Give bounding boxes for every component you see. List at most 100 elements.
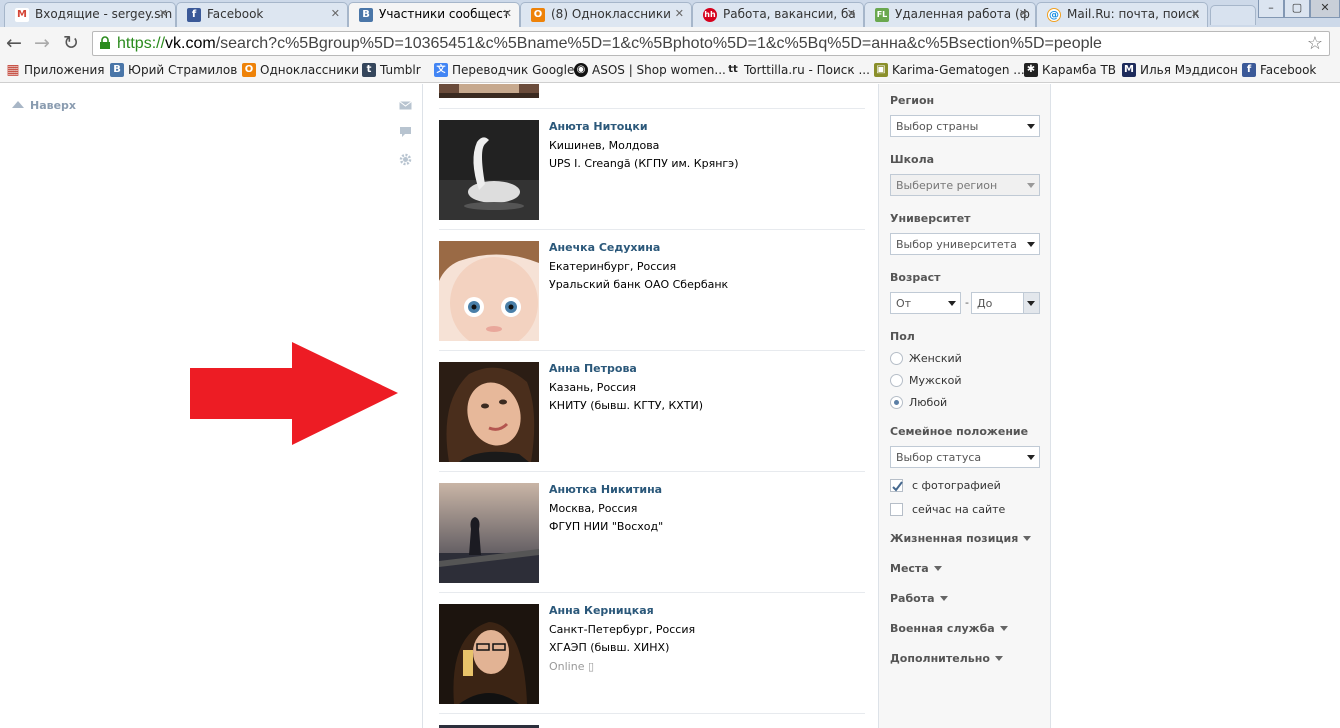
additional-expander[interactable]: Дополнительно — [890, 652, 1003, 665]
bookmark-asos[interactable]: ◉ ASOS | Shop women... — [574, 62, 726, 78]
life-position-expander[interactable]: Жизненная позиция — [890, 532, 1032, 545]
url-scheme: https:// — [117, 35, 166, 52]
bookmark-torttilla[interactable]: tt Torttilla.ru - Поиск ... — [726, 62, 870, 78]
expander-label: Места — [890, 562, 929, 575]
online-now-checkbox[interactable]: сейчас на сайте — [890, 503, 1005, 517]
scroll-to-top-label: Наверх — [30, 99, 77, 112]
sunset-silhouette-photo — [439, 483, 539, 583]
result-name-link[interactable]: Анечка Седухина — [549, 241, 660, 254]
with-photo-checkbox[interactable]: с фотографией — [890, 479, 1001, 493]
tab-odnoklassniki[interactable]: О (8) Одноклассники ✕ — [520, 2, 692, 27]
bookmark-label: Torttilla.ru - Поиск ... — [744, 63, 870, 77]
table-row: Анна Керницкая Санкт-Петербург, Россия Х… — [439, 592, 865, 713]
expander-label: Военная служба — [890, 622, 995, 635]
bookmark-karamba-tv[interactable]: ✱ Карамба ТВ — [1024, 62, 1116, 78]
result-education: ХГАЭП (бывш. ХИНХ) — [549, 641, 670, 654]
bookmark-label: Илья Мэддисон — [1140, 63, 1238, 77]
age-from-value: От — [896, 297, 912, 310]
checkbox-label: с фотографией — [912, 479, 1001, 492]
online-status: Online ▯ — [549, 660, 594, 673]
close-icon[interactable]: ✕ — [1019, 7, 1028, 20]
envelope-icon[interactable] — [399, 99, 412, 112]
tab-fl-remote-work[interactable]: FL Удаленная работа (ф ✕ — [864, 2, 1036, 27]
bookmark-label: Facebook — [1260, 63, 1317, 77]
result-name-link[interactable]: Анюта Нитоцки — [549, 120, 648, 133]
gender-any-radio[interactable]: Любой — [890, 396, 947, 410]
result-photo[interactable] — [439, 483, 539, 583]
school-select[interactable]: Выберите регион — [890, 174, 1040, 196]
close-icon[interactable]: ✕ — [503, 7, 512, 20]
result-photo[interactable] — [439, 120, 539, 220]
red-arrow-icon — [190, 342, 398, 445]
browser-toolbar: ← → ↻ https://vk.com/search?c%5Bgroup%5D… — [0, 27, 1340, 59]
swan-photo — [439, 120, 539, 220]
result-name-link[interactable]: Анютка Никитина — [549, 483, 662, 496]
result-photo[interactable] — [439, 362, 539, 462]
expander-label: Жизненная позиция — [890, 532, 1019, 545]
result-photo[interactable] — [439, 604, 539, 704]
bookmark-karima-gematogen[interactable]: ▣ Karima-Gematogen ... — [874, 62, 1025, 78]
gender-label: Пол — [890, 330, 915, 343]
bookmark-star-icon[interactable]: ☆ — [1307, 32, 1323, 55]
close-icon[interactable]: ✕ — [847, 7, 856, 20]
close-icon[interactable]: ✕ — [675, 7, 684, 20]
age-from-select[interactable]: От — [890, 292, 961, 314]
search-results-list: Анюта Нитоцки Кишинев, Молдова UPS I. Cr… — [422, 84, 879, 728]
work-expander[interactable]: Работа — [890, 592, 948, 605]
region-select[interactable]: Выбор страны — [890, 115, 1040, 137]
bookmark-yuri-stramilov[interactable]: B Юрий Страмилов — [110, 62, 237, 78]
table-row: Анюта Нитоцки Кишинев, Молдова UPS I. Cr… — [439, 108, 865, 229]
gender-male-radio[interactable]: Мужской — [890, 374, 961, 388]
radio-circle-selected — [890, 396, 903, 409]
minimize-button[interactable]: – — [1258, 0, 1284, 18]
result-photo[interactable] — [439, 241, 539, 341]
woman-drinking-photo — [439, 604, 539, 704]
military-service-expander[interactable]: Военная служба — [890, 622, 1008, 635]
fl-icon: FL — [875, 8, 889, 22]
bookmarks-bar: ▦ Приложения B Юрий Страмилов О Одноклас… — [0, 59, 1340, 83]
tab-gmail[interactable]: M Входящие - sergey.sm ✕ — [4, 2, 176, 27]
tab-vk-community-members[interactable]: B Участники сообщест ✕ — [348, 2, 520, 27]
reload-icon[interactable]: ↻ — [63, 32, 79, 54]
radio-circle — [890, 352, 903, 365]
back-arrow-icon[interactable]: ← — [6, 32, 22, 54]
gender-female-radio[interactable]: Женский — [890, 352, 962, 366]
tab-mailru[interactable]: @ Mail.Ru: почта, поиск ✕ — [1036, 2, 1208, 27]
gmail-icon: M — [15, 8, 29, 22]
university-label: Университет — [890, 212, 971, 225]
result-photo-partial[interactable] — [439, 84, 539, 98]
result-name-link[interactable]: Анна Керницкая — [549, 604, 654, 617]
address-bar[interactable]: https://vk.com/search?c%5Bgroup%5D=10365… — [92, 31, 1330, 56]
bookmark-ilya-maddison[interactable]: M Илья Мэддисон — [1122, 62, 1238, 78]
chevron-down-icon — [994, 656, 1003, 661]
bookmark-label: Одноклассники — [260, 63, 360, 77]
age-to-select[interactable]: До — [971, 292, 1040, 314]
result-name-link[interactable]: Анна Петрова — [549, 362, 637, 375]
bookmark-facebook[interactable]: f Facebook — [1242, 62, 1316, 78]
scroll-to-top-link[interactable]: Наверх — [12, 99, 76, 112]
chat-bubble-icon[interactable] — [399, 126, 412, 139]
places-expander[interactable]: Места — [890, 562, 942, 575]
bookmark-apps[interactable]: ▦ Приложения — [6, 62, 104, 78]
bookmark-odnoklassniki[interactable]: О Одноклассники — [242, 62, 359, 78]
forward-arrow-icon[interactable]: → — [34, 32, 50, 54]
tab-hh-jobs[interactable]: hh Работа, вакансии, ба ✕ — [692, 2, 864, 27]
maximize-button[interactable]: ▢ — [1284, 0, 1310, 18]
url-host: vk.com — [165, 35, 216, 52]
bookmark-google-translate[interactable]: 文 Переводчик Google — [434, 62, 574, 78]
new-tab-button[interactable] — [1210, 5, 1256, 25]
bookmark-tumblr[interactable]: t Tumblr — [362, 62, 421, 78]
university-select[interactable]: Выбор университета — [890, 233, 1040, 255]
close-icon[interactable]: ✕ — [1191, 7, 1200, 20]
asos-icon: ◉ — [574, 63, 588, 77]
apps-grid-icon: ▦ — [6, 62, 20, 78]
result-location: Санкт-Петербург, Россия — [549, 623, 696, 636]
tab-facebook[interactable]: f Facebook ✕ — [176, 2, 348, 27]
close-icon[interactable]: ✕ — [331, 7, 340, 20]
close-icon[interactable]: ✕ — [159, 7, 168, 20]
close-window-button[interactable]: ✕ — [1310, 0, 1340, 18]
region-select-value: Выбор страны — [896, 120, 979, 133]
marital-status-select[interactable]: Выбор статуса — [890, 446, 1040, 468]
gear-icon[interactable] — [399, 153, 412, 166]
chevron-down-icon — [939, 596, 948, 601]
